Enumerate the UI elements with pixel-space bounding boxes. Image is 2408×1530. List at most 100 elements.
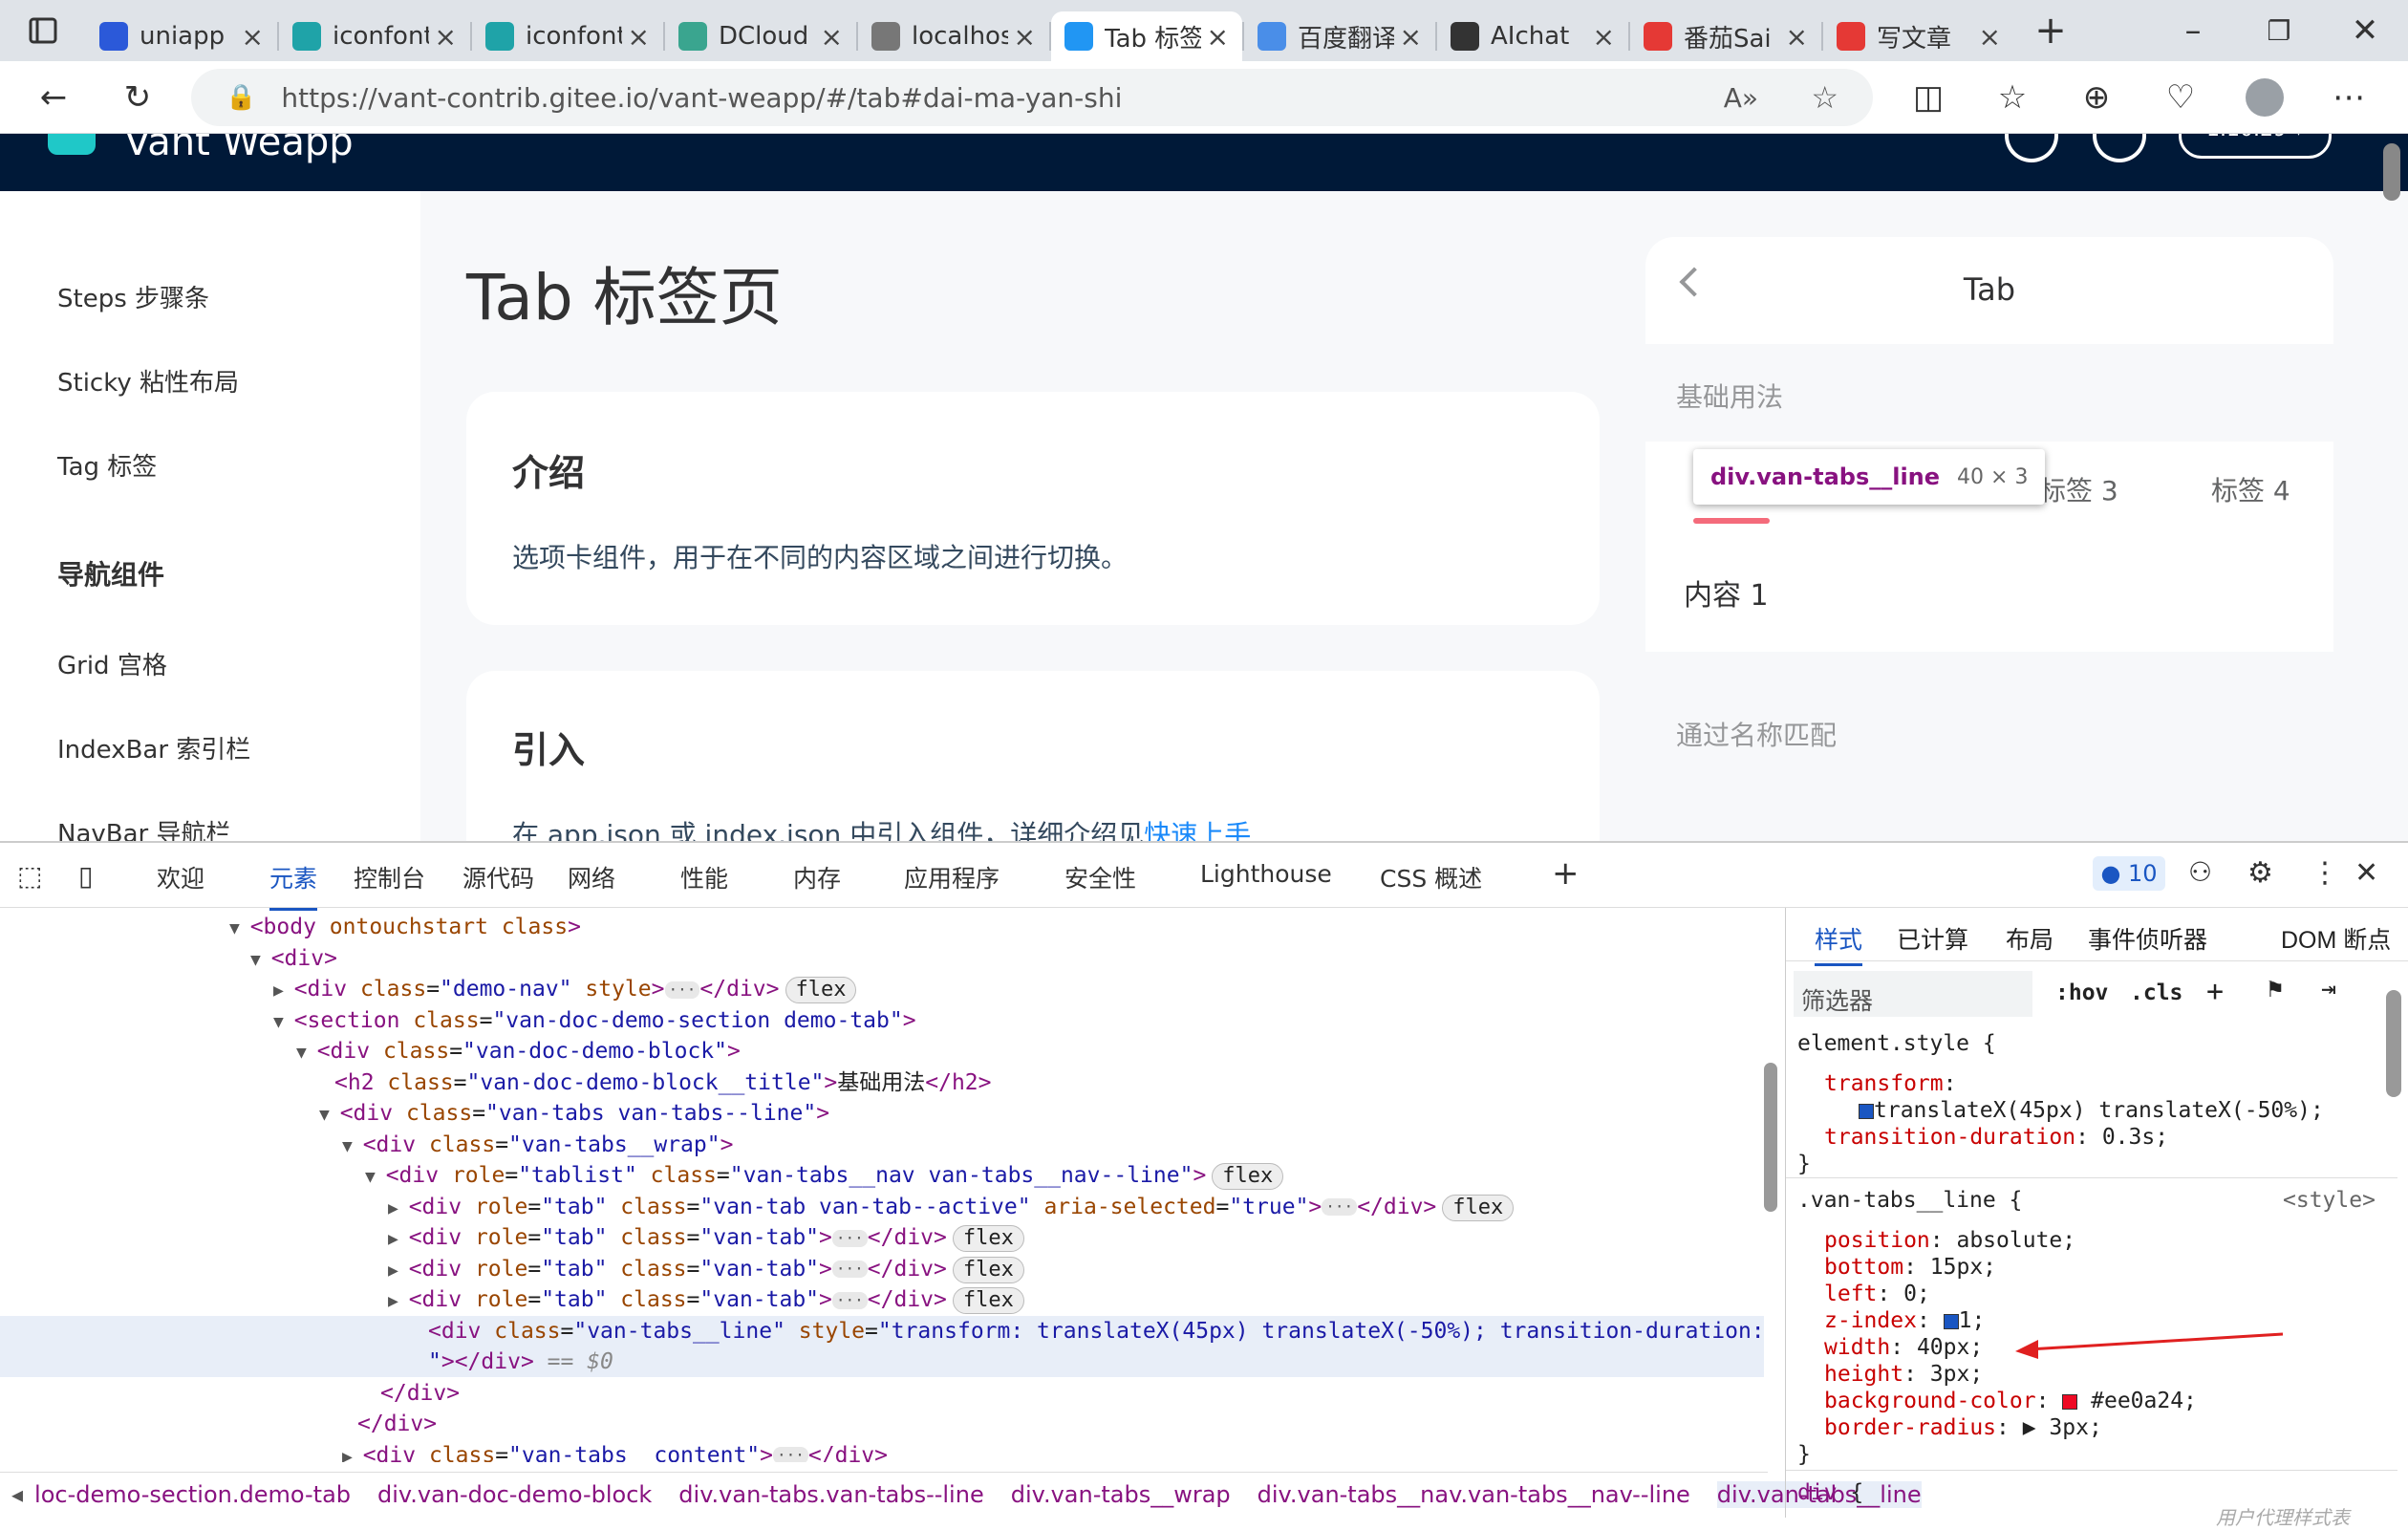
devtools-tab[interactable]: 欢迎: [157, 860, 204, 894]
dom-scrollbar[interactable]: [1764, 1063, 1777, 1212]
browser-tab[interactable]: Tab 标签页×: [1051, 11, 1242, 61]
close-tab-icon[interactable]: ×: [821, 21, 843, 53]
paint-icon[interactable]: ⚑: [2268, 975, 2283, 1003]
devtools-tab[interactable]: 元素: [269, 860, 318, 911]
dom-node-line[interactable]: </div>: [380, 1378, 460, 1409]
dom-node-line[interactable]: ▼ <div>: [250, 943, 337, 974]
browser-tab[interactable]: iconfont ×: [472, 11, 663, 61]
css-declaration[interactable]: transform:: [1824, 1070, 1969, 1097]
dom-node-line[interactable]: ▶ <div role="tab" class="van-tab"> ··· </d…: [388, 1284, 1024, 1315]
browser-tab[interactable]: 写文章 ×: [1823, 11, 2014, 61]
devtools-tab[interactable]: 安全性: [1064, 860, 1136, 894]
browser-tab[interactable]: 番茄Sai ×: [1630, 11, 1821, 61]
browser-tab[interactable]: 百度翻译 ×: [1244, 11, 1435, 61]
rule-source-link[interactable]: <style>: [2283, 1187, 2376, 1214]
close-tab-icon[interactable]: ×: [1979, 21, 2001, 53]
close-devtools-icon[interactable]: ✕: [2354, 856, 2378, 890]
favorites-icon[interactable]: ☆: [1986, 71, 2039, 124]
close-tab-icon[interactable]: ×: [1207, 21, 1229, 53]
dom-node-line[interactable]: ▶ <div role="tab" class="van-tab van-tab…: [388, 1192, 1515, 1222]
page-scrollbar[interactable]: [2383, 143, 2400, 201]
devtools-tab[interactable]: 应用程序: [904, 860, 1000, 894]
close-tab-icon[interactable]: ×: [1400, 21, 1422, 53]
breadcrumb-item[interactable]: loc-demo-section.demo-tab: [34, 1481, 351, 1508]
css-declaration[interactable]: element.style {: [1797, 1030, 1996, 1057]
breadcrumb-item[interactable]: div.van-tabs__nav.van-tabs__nav--line: [1258, 1481, 1690, 1508]
browser-tab[interactable]: localhost×: [858, 11, 1049, 61]
dom-node-line[interactable]: ▼ <div class="van-tabs van-tabs--line">: [319, 1098, 829, 1129]
hov-toggle[interactable]: :hov: [2055, 980, 2108, 1005]
browser-tab[interactable]: DCloud ×: [665, 11, 856, 61]
css-declaration[interactable]: position: absolute;: [1824, 1227, 2075, 1254]
css-declaration[interactable]: height: 3px;: [1824, 1361, 1983, 1388]
css-declaration[interactable]: div {: [1797, 1479, 1863, 1506]
sidebar-item[interactable]: Grid 宫格: [57, 646, 167, 681]
more-tools-button[interactable]: +: [1552, 854, 1580, 893]
devtools-tab[interactable]: 内存: [793, 860, 841, 894]
breadcrumb-item[interactable]: div.van-tabs.van-tabs--line: [678, 1481, 983, 1508]
devtools-tab[interactable]: Lighthouse: [1200, 860, 1332, 888]
filter-input[interactable]: 筛选器: [1794, 971, 2032, 1017]
css-declaration[interactable]: width: 40px;: [1824, 1334, 1983, 1361]
dom-node-line[interactable]: ▼ <div class="van-doc-demo-block">: [296, 1036, 741, 1067]
styles-subtab[interactable]: 样式: [1815, 921, 1863, 966]
devtools-more-icon[interactable]: ⋮: [2311, 856, 2339, 890]
weapp-icon[interactable]: [2093, 134, 2146, 162]
profile-avatar[interactable]: [2238, 71, 2291, 124]
sidebar-item[interactable]: Sticky 粘性布局: [57, 363, 239, 399]
refresh-button[interactable]: ↻: [111, 71, 164, 124]
dom-node-line[interactable]: ▼ <div class="van-tabs__wrap">: [342, 1130, 733, 1160]
favorite-star-icon[interactable]: ☆: [1811, 79, 1838, 116]
split-screen-icon[interactable]: ◫: [1902, 71, 1955, 124]
tab-4[interactable]: 标签 4: [2211, 470, 2290, 508]
devtools-tab[interactable]: 源代码: [462, 860, 534, 894]
breadcrumb-item[interactable]: div.van-doc-demo-block: [377, 1481, 652, 1508]
css-declaration[interactable]: bottom: 15px;: [1824, 1254, 1996, 1281]
restore-button[interactable]: ❐: [2236, 4, 2322, 57]
toggle-sidebar-icon[interactable]: ⇥: [2321, 975, 2336, 1003]
dom-node-line[interactable]: ▼ <body ontouchstart class>: [229, 912, 581, 942]
dom-node-line[interactable]: ▶ <div class="demo-nav" style> ··· </div> f…: [273, 974, 857, 1004]
connected-devices-icon[interactable]: ⚇: [2188, 856, 2212, 888]
performance-icon[interactable]: ♡: [2154, 71, 2207, 124]
styles-subtab[interactable]: 事件侦听器: [2088, 921, 2207, 956]
breadcrumb-item[interactable]: div.van-tabs__wrap: [1011, 1481, 1231, 1508]
new-tab-button[interactable]: +: [2024, 4, 2077, 57]
css-declaration[interactable]: transition-duration: 0.3s;: [1824, 1124, 2168, 1151]
close-window-button[interactable]: ✕: [2322, 4, 2408, 57]
dom-node-line[interactable]: "></div> == $0: [0, 1347, 1764, 1377]
collections-icon[interactable]: ⊕: [2070, 71, 2123, 124]
breadcrumb-left-arrow[interactable]: ◂: [11, 1481, 23, 1508]
browser-tab[interactable]: AIchat ×: [1437, 11, 1628, 61]
inspect-element-icon[interactable]: ⬚: [17, 860, 42, 892]
close-tab-icon[interactable]: ×: [1014, 21, 1036, 53]
close-tab-icon[interactable]: ×: [628, 21, 650, 53]
css-declaration[interactable]: }: [1797, 1441, 1811, 1468]
close-tab-icon[interactable]: ×: [242, 21, 264, 53]
minimize-button[interactable]: –: [2150, 4, 2236, 57]
devtools-tab[interactable]: 控制台: [354, 860, 425, 894]
dom-node-line[interactable]: <h2 class="van-doc-demo-block__title">基础…: [334, 1067, 992, 1098]
dom-node-line[interactable]: </div>: [357, 1409, 437, 1439]
styles-subtab[interactable]: 已计算: [1897, 921, 1968, 956]
devtools-tab[interactable]: 性能: [680, 860, 728, 894]
sidebar-item[interactable]: Tag 标签: [57, 447, 157, 483]
devtools-tab[interactable]: CSS 概述: [1380, 860, 1482, 894]
close-tab-icon[interactable]: ×: [1786, 21, 1808, 53]
dom-node-line[interactable]: ▶ <div class="van-tabs__content"> ··· </di…: [342, 1440, 888, 1462]
cls-toggle[interactable]: .cls: [2130, 980, 2182, 1005]
close-tab-icon[interactable]: ×: [1593, 21, 1615, 53]
dom-node-line[interactable]: <div class="van-tabs__line" style="trans…: [0, 1315, 1765, 1347]
dom-node-line[interactable]: ▶ <div role="tab" class="van-tab"> ··· </d…: [388, 1254, 1024, 1284]
quick-start-link[interactable]: 快速上手: [1144, 819, 1251, 841]
dom-node-line[interactable]: ▶ <div role="tab" class="van-tab"> ··· </d…: [388, 1222, 1024, 1253]
new-rule-icon[interactable]: +: [2206, 975, 2224, 1008]
css-declaration[interactable]: }: [1797, 1151, 1811, 1177]
sidebar-item[interactable]: IndexBar 索引栏: [57, 730, 250, 765]
sidebar-item[interactable]: Steps 步骤条: [57, 279, 209, 314]
css-declaration[interactable]: z-index: 1;: [1824, 1307, 1985, 1334]
devtools-tab[interactable]: 网络: [568, 860, 615, 894]
css-declaration[interactable]: border-radius: ▶ 3px;: [1824, 1414, 2102, 1441]
version-select[interactable]: 1.10.29 ▾: [2179, 134, 2332, 159]
styles-subtab[interactable]: DOM 断点: [2281, 921, 2391, 956]
